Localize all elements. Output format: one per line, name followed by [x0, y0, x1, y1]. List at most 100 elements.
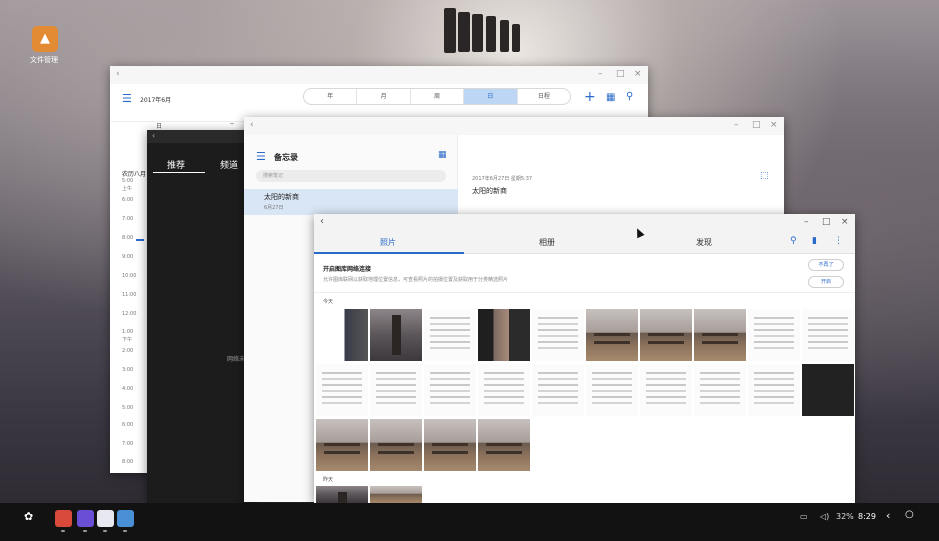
back-icon[interactable]: ‹: [152, 131, 155, 140]
file-manager-label: 文件管理: [30, 56, 58, 64]
more-icon[interactable]: ⋮: [834, 236, 843, 246]
close-icon[interactable]: ×: [770, 120, 778, 130]
photo-thumbnail[interactable]: [532, 364, 584, 416]
pier-post: [472, 14, 483, 52]
minimize-icon[interactable]: –: [804, 217, 809, 227]
tab-albums[interactable]: 相册: [539, 237, 555, 248]
keyboard-icon[interactable]: ▭: [800, 512, 808, 521]
grid-view-icon[interactable]: ▦: [438, 150, 447, 160]
tab-channels[interactable]: 频道: [220, 158, 238, 171]
photo-thumbnail[interactable]: [424, 309, 476, 361]
view-schedule-tab[interactable]: 日程: [518, 89, 570, 104]
search-icon[interactable]: ⚲: [626, 91, 633, 102]
photo-thumbnail[interactable]: [802, 364, 854, 416]
menu-icon[interactable]: ☰: [256, 150, 266, 163]
memo-detail-title: 太阳的新商: [472, 187, 507, 195]
files-app-icon[interactable]: [97, 510, 114, 527]
maximize-icon[interactable]: □: [752, 120, 761, 130]
menu-icon[interactable]: ☰: [122, 92, 132, 105]
photo-thumbnail[interactable]: [694, 364, 746, 416]
tab-indicator: [153, 172, 205, 173]
memo-item-date: 6月27日: [264, 205, 284, 211]
running-indicator: [103, 530, 107, 532]
map-icon[interactable]: ▮: [812, 236, 817, 246]
photo-thumbnail[interactable]: [586, 309, 638, 361]
photo-thumbnail[interactable]: [424, 419, 476, 471]
photo-thumbnail[interactable]: [316, 364, 368, 416]
close-icon[interactable]: ×: [841, 217, 849, 227]
start-logo-icon[interactable]: ✿: [24, 510, 33, 523]
time-label: 6:00: [122, 197, 134, 203]
tab-discover[interactable]: 发现: [696, 237, 712, 248]
view-month-tab[interactable]: 月: [357, 89, 411, 104]
maximize-icon[interactable]: □: [616, 69, 625, 79]
view-year-tab[interactable]: 年: [304, 89, 358, 104]
time-label: 8:00: [122, 459, 134, 465]
memo-search-input[interactable]: 搜索笔记: [256, 170, 446, 182]
photo-thumbnail[interactable]: [478, 419, 530, 471]
minimize-icon[interactable]: –: [598, 69, 603, 79]
photo-thumbnail[interactable]: [370, 419, 422, 471]
dismiss-button[interactable]: 不再了: [808, 259, 844, 271]
photo-thumbnail[interactable]: [316, 419, 368, 471]
tab-photos[interactable]: 照片: [380, 237, 396, 248]
memo-titlebar: ‹ – □ ×: [244, 117, 784, 135]
photo-thumbnail[interactable]: [748, 364, 800, 416]
photo-thumbnail[interactable]: [370, 364, 422, 416]
video-app-icon[interactable]: [77, 510, 94, 527]
pier-post: [458, 12, 470, 52]
time-label: 5:00: [122, 405, 134, 411]
add-event-icon[interactable]: +: [584, 89, 596, 105]
minimize-icon[interactable]: –: [734, 120, 739, 130]
tab-recommend[interactable]: 推荐: [167, 158, 185, 171]
time-label: 4:00: [122, 386, 134, 392]
photo-thumbnail[interactable]: [370, 486, 422, 503]
photo-thumbnail[interactable]: [478, 364, 530, 416]
gallery-titlebar: ‹ – □ ×: [314, 214, 855, 232]
time-label: 8:00: [122, 235, 134, 241]
day-letter: 日: [156, 123, 163, 130]
running-indicator: [123, 530, 127, 532]
memo-item-title: 太阳的新商: [264, 193, 299, 201]
search-icon[interactable]: ⚲: [790, 236, 797, 246]
photo-thumbnail[interactable]: [316, 309, 368, 361]
photo-thumbnail[interactable]: [640, 364, 692, 416]
banner-title: 开启图库网络连接: [323, 266, 372, 273]
back-icon[interactable]: ‹: [320, 216, 324, 227]
home-nav-icon[interactable]: ○: [905, 509, 914, 520]
photo-thumbnail[interactable]: [640, 309, 692, 361]
back-icon[interactable]: ‹: [116, 69, 120, 79]
collapse-icon[interactable]: –: [230, 119, 234, 128]
back-nav-icon[interactable]: ‹: [886, 509, 890, 522]
close-icon[interactable]: ×: [634, 69, 642, 79]
file-manager-icon[interactable]: ▲: [32, 26, 58, 52]
photo-thumbnail[interactable]: [478, 309, 530, 361]
photo-thumbnail[interactable]: [586, 364, 638, 416]
section-yesterday: 昨天: [323, 477, 334, 483]
photo-thumbnail[interactable]: [370, 309, 422, 361]
photo-thumbnail[interactable]: [316, 486, 368, 503]
back-icon[interactable]: ‹: [250, 120, 254, 130]
view-day-tab[interactable]: 日: [464, 89, 518, 104]
volume-icon[interactable]: ◁): [820, 512, 829, 521]
time-label: 7:00: [122, 441, 134, 447]
time-label: 11:00: [122, 292, 137, 298]
memo-list-item[interactable]: 太阳的新商 6月27日: [244, 189, 458, 215]
photo-thumbnail[interactable]: [694, 309, 746, 361]
pier-post: [486, 16, 496, 52]
today-icon[interactable]: ▦: [606, 92, 615, 103]
photo-thumbnail[interactable]: [748, 309, 800, 361]
photo-thumbnail[interactable]: [532, 309, 584, 361]
banner-description: 允许图库联网以获取地理位置信息，可查看照片的拍摄位置及获取用于分类精选照片: [323, 277, 509, 283]
pier-post: [500, 20, 509, 52]
calendar-app-icon[interactable]: [55, 510, 72, 527]
memo-detail-meta: 2017年6月27日 星期5:37: [472, 176, 533, 182]
network-message: 网络未: [227, 356, 246, 363]
maximize-icon[interactable]: □: [822, 217, 831, 227]
bookmark-icon[interactable]: ⬚: [760, 171, 769, 181]
photo-thumbnail[interactable]: [424, 364, 476, 416]
gallery-app-icon[interactable]: [117, 510, 134, 527]
enable-button[interactable]: 开启: [808, 276, 844, 288]
view-week-tab[interactable]: 周: [411, 89, 465, 104]
photo-thumbnail[interactable]: [802, 309, 854, 361]
